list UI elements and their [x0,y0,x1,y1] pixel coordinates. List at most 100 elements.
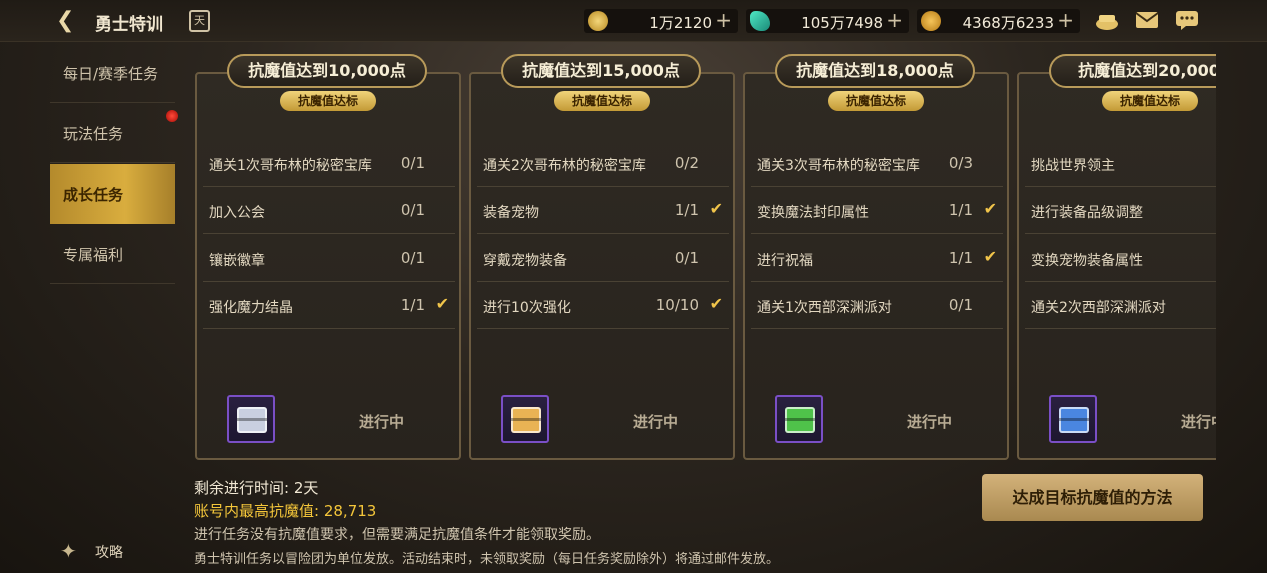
remaining-label: 剩余进行时间: [194,479,290,497]
sidebar-item-label: 专属福利 [63,246,124,264]
task-row: 通关2次西部深渊派对 [1025,282,1216,329]
card-tag: 抗魔值达标 [554,91,650,111]
task-name: 挑战世界领主 [1031,158,1115,174]
task-row: 通关3次哥布林的秘密宝库 0/3 [751,140,1003,187]
max-label: 账号内最高抗魔值: [194,502,320,520]
task-name: 进行装备品级调整 [1031,205,1143,221]
reward-chest-icon[interactable] [501,395,549,443]
card-title: 抗魔值达到10,000点 [227,54,427,88]
check-icon: ✔ [983,199,997,218]
card-status: 进行中 [1181,413,1216,431]
currency-gold: 1万2120 + [584,9,738,33]
sidebar-item-exclusive-benefits[interactable]: 专属福利 [50,224,175,284]
medal-coin-icon [921,11,941,31]
task-progress: 0/1 [400,154,425,172]
task-name: 穿戴宠物装备 [483,253,567,269]
add-gold-button[interactable]: + [715,9,732,31]
chest-lid [511,418,541,421]
reward-chest-icon[interactable] [1049,395,1097,443]
task-row: 通关1次哥布林的秘密宝库 0/1 [203,140,455,187]
card-title: 抗魔值达到18,000点 [775,54,975,88]
reward-chest-icon[interactable] [775,395,823,443]
task-progress: 1/1 [400,296,425,314]
task-row: 变换宠物装备属性 [1025,235,1216,282]
task-name: 通关3次哥布林的秘密宝库 [757,158,920,174]
chest-lid [237,418,267,421]
task-name: 镶嵌徽章 [209,253,265,269]
currency-value: 4368万6233 [962,14,1054,32]
chest-lid [785,418,815,421]
task-row: 进行10次强化 10/10 ✔ [477,282,729,329]
card-status: 进行中 [907,413,953,431]
max-value: 28,713 [323,502,377,520]
task-name: 进行祝福 [757,253,813,269]
task-card: 抗魔值达到10,000点 抗魔值达标 通关1次哥布林的秘密宝库 0/1 加入公会 0/1 镶… [195,50,461,460]
task-name: 装备宠物 [483,205,539,221]
add-crystal-button[interactable]: + [886,9,903,31]
card-tag: 抗魔值达标 [280,91,376,111]
task-name: 加入公会 [209,205,265,221]
task-row: 穿戴宠物装备 0/1 [477,235,729,282]
currency-value: 1万2120 [649,14,712,32]
page-title: 勇士特训 [95,15,163,35]
card-title: 抗魔值达到20,000 [1049,54,1216,88]
treasure-pot-icon[interactable] [1094,8,1120,32]
remaining-value: 2天 [293,479,319,497]
chest-lid [1059,418,1089,421]
task-card: 抗魔值达到15,000点 抗魔值达标 通关2次哥布林的秘密宝库 0/2 装备宠物 1/1 ✔… [469,50,735,460]
task-name: 强化魔力结晶 [209,300,293,316]
currency-value: 105万7498 [801,14,883,32]
top-bar: ❮ 勇士特训 天 1万2120 + 105万7498 + 4368万6233 + [0,0,1267,42]
task-progress: 1/1 [674,201,699,219]
task-row: 加入公会 0/1 [203,187,455,234]
task-name: 通关1次哥布林的秘密宝库 [209,158,372,174]
task-row: 强化魔力结晶 1/1 ✔ [203,282,455,329]
task-name: 通关2次西部深渊派对 [1031,300,1166,316]
card-tag: 抗魔值达标 [1102,91,1198,111]
task-row: 进行祝福 1/1 ✔ [751,235,1003,282]
card-status: 进行中 [633,413,679,431]
method-button[interactable]: 达成目标抗魔值的方法 [982,474,1203,521]
crystal-icon [750,11,770,31]
task-progress: 0/3 [948,154,973,172]
check-icon: ✔ [435,294,449,313]
guide-label: 攻略 [95,545,123,561]
note-requirement: 进行任务没有抗魔值要求，但需要满足抗魔值条件才能领取奖励。 [194,527,600,543]
mail-icon[interactable] [1134,8,1160,32]
task-progress: 0/1 [948,296,973,314]
task-progress: 0/2 [674,154,699,172]
task-name: 进行10次强化 [483,300,571,316]
task-cards[interactable]: 抗魔值达到10,000点 抗魔值达标 通关1次哥布林的秘密宝库 0/1 加入公会 0/1 镶… [195,50,1216,462]
task-name: 通关1次西部深渊派对 [757,300,892,316]
task-row: 挑战世界领主 [1025,140,1216,187]
task-row: 通关2次哥布林的秘密宝库 0/2 [477,140,729,187]
task-row: 进行装备品级调整 [1025,187,1216,234]
card-title: 抗魔值达到15,000点 [501,54,701,88]
card-tag: 抗魔值达标 [828,91,924,111]
task-card: 抗魔值达到18,000点 抗魔值达标 通关3次哥布林的秘密宝库 0/3 变换魔法封印属性… [743,50,1009,460]
task-row: 装备宠物 1/1 ✔ [477,187,729,234]
check-icon: ✔ [983,247,997,266]
sidebar-item-growth[interactable]: 成长任务 [50,164,175,224]
remaining-time: 剩余进行时间: 2天 [194,477,318,498]
sidebar-item-gameplay[interactable]: 玩法任务 [50,103,175,163]
task-progress: 1/1 [948,201,973,219]
calendar-icon[interactable]: 天 [189,10,210,32]
task-card: 抗魔值达到20,000 抗魔值达标挑战世界领主进行装备品级调整变换宠物装备属性通关… [1017,50,1216,460]
card-status: 进行中 [359,413,405,431]
task-row: 镶嵌徽章 0/1 [203,235,455,282]
add-medal-button[interactable]: + [1057,9,1074,31]
task-row: 通关1次西部深渊派对 0/1 [751,282,1003,329]
sidebar-item-label: 成长任务 [63,186,124,204]
currency-medal: 4368万6233 + [917,9,1080,33]
task-progress: 10/10 [655,296,699,314]
gold-coin-icon [588,11,608,31]
note-distribution: 勇士特训任务以冒险团为单位发放。活动结束时，未领取奖励（每日任务奖励除外）将通过… [194,552,780,567]
chat-icon[interactable] [1174,8,1200,32]
sidebar-item-daily-season[interactable]: 每日/赛季任务 [50,43,175,103]
notification-dot [166,110,178,122]
task-progress: 0/1 [400,201,425,219]
reward-chest-icon[interactable] [227,395,275,443]
task-progress: 0/1 [400,249,425,267]
back-arrow-icon[interactable]: ❮ [56,8,82,34]
